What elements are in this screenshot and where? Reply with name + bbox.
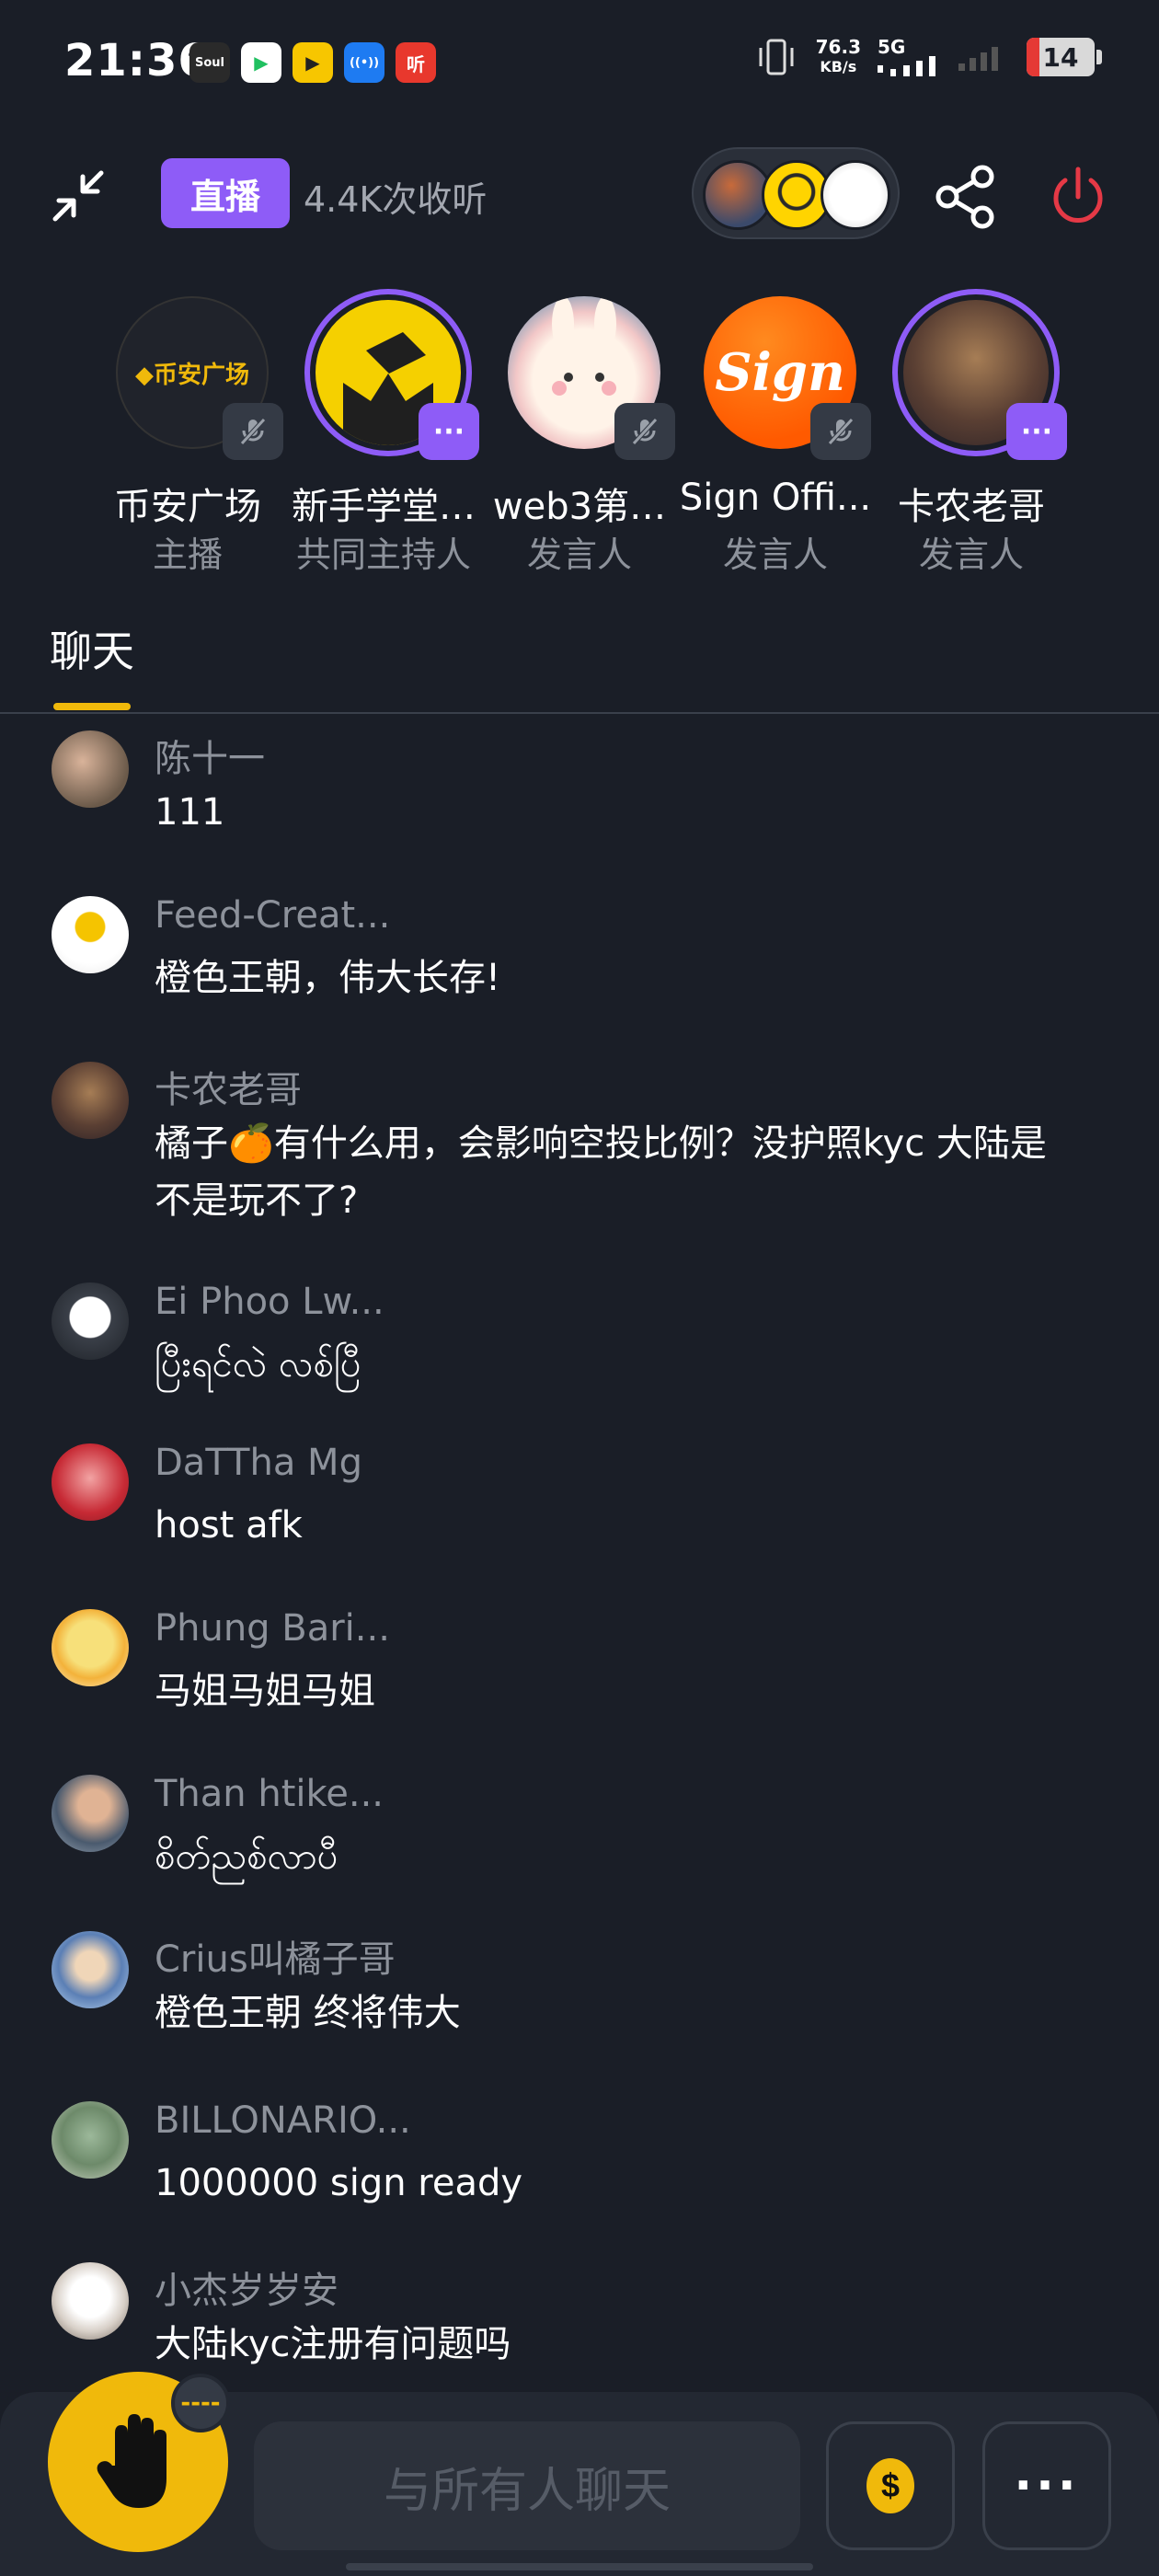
soul-app-icon: Soul — [189, 42, 230, 83]
battery-level: 14 — [1042, 41, 1079, 73]
speaker-role: 发言人 — [918, 535, 1024, 575]
tip-button[interactable]: $ — [826, 2421, 955, 2550]
avatar[interactable] — [52, 1931, 129, 2008]
message-author[interactable]: Phung Bari... — [155, 1607, 390, 1650]
network-speed: 76.3 KB/s — [816, 37, 861, 77]
avatar[interactable] — [52, 1609, 129, 1686]
listen-app-icon: 听 — [396, 42, 436, 83]
speaker-name: Sign Offi... — [679, 477, 872, 519]
listener-avatar — [820, 160, 890, 230]
tab-bar: 聊天 — [0, 607, 1159, 714]
message-text: host afk — [155, 1504, 303, 1547]
speaker-card[interactable]: ··· 新手学堂… 共同主持人 — [282, 285, 485, 580]
active-tab-indicator — [53, 703, 131, 710]
vibrate-icon — [759, 39, 794, 75]
avatar[interactable] — [52, 1443, 129, 1521]
network-speed-value: 76.3 — [815, 36, 861, 58]
muted-mic-icon — [223, 403, 283, 460]
speaker-card[interactable]: web3第… 发言人 — [478, 285, 681, 580]
message-text: 1000000 sign ready — [155, 2162, 523, 2204]
message-text: 111 — [155, 791, 225, 834]
avatar[interactable] — [52, 1775, 129, 1852]
message-author[interactable]: BILLONARIO... — [155, 2099, 411, 2142]
raise-hand-icon — [97, 2414, 166, 2508]
speaker-list: ◆币安广场 币安广场 主播 ··· 新手学堂… 共同主持人 web3第… 发言人… — [0, 285, 1159, 580]
signal-bars-icon — [878, 56, 935, 76]
message-author[interactable]: Than htike... — [155, 1773, 384, 1815]
radio-app-icon: ((•)) — [344, 42, 384, 83]
tab-chat[interactable]: 聊天 — [50, 618, 134, 679]
status-bar: 21:36 Soul ▶ ▶ ((•)) 听 76.3 KB/s 5G 14 — [0, 0, 1159, 129]
message-text: စိတ်ညစ်လာပီ — [155, 1835, 339, 1878]
message-author[interactable]: 卡农老哥 — [155, 1060, 302, 1113]
signal-5g: 5G — [878, 38, 942, 76]
speaker-card[interactable]: ··· 卡农老哥 发言人 — [870, 285, 1073, 580]
binance-logo: ◆币安广场 — [135, 361, 249, 389]
speaker-card[interactable]: Sign Sign Offi... 发言人 — [674, 285, 877, 580]
message-text: 橙色王朝，伟大长存! — [155, 957, 501, 999]
more-options-icon: ··· — [419, 403, 479, 460]
speaker-role: 主播 — [152, 535, 223, 575]
speaker-name: 卡农老哥 — [898, 486, 1045, 528]
yellow-app-icon: ▶ — [293, 42, 333, 83]
svg-text:$: $ — [881, 2467, 900, 2504]
speaker-name: 币安广场 — [114, 486, 261, 528]
more-options-button[interactable]: ··· — [982, 2421, 1111, 2550]
message-author[interactable]: 小杰岁岁安 — [155, 2260, 339, 2314]
listener-avatars[interactable] — [692, 147, 900, 239]
chat-message-list[interactable]: 陈十一 111 Feed-Creat... 橙色王朝，伟大长存! 卡农老哥 橘子… — [0, 718, 1159, 2374]
network-type: 5G — [878, 36, 906, 58]
muted-mic-icon — [810, 403, 871, 460]
message-author[interactable]: Feed-Creat... — [155, 894, 390, 937]
battery-indicator: 14 — [1027, 38, 1102, 76]
speaker-role: 共同主持人 — [295, 535, 471, 575]
notification-icons: Soul ▶ ▶ ((•)) 听 — [189, 42, 436, 83]
message-text: 橘子🍊有什么用，会影响空投比例？没护照kyc 大陆是不是玩不了? — [155, 1122, 1047, 1222]
message-text: 橙色王朝 终将伟大 — [155, 1992, 461, 2034]
speaker-role: 发言人 — [722, 535, 828, 575]
speaker-name: 新手学堂… — [292, 486, 476, 528]
sign-logo: Sign — [715, 342, 845, 403]
message-text: ပြီးရင်လဲ လစ်ပြီ — [155, 1343, 361, 1386]
speaker-role: 发言人 — [526, 535, 632, 575]
speaker-card[interactable]: ◆币安广场 币安广场 主播 — [86, 285, 289, 580]
listen-count: 4.4K次收听 — [304, 179, 488, 220]
message-author[interactable]: Crius叫橘子哥 — [155, 1929, 396, 1983]
minimize-icon[interactable] — [46, 164, 110, 228]
avatar[interactable] — [52, 2101, 129, 2179]
room-header: 直播 4.4K次收听 — [0, 147, 1159, 239]
live-audio-room-screen: 21:36 Soul ▶ ▶ ((•)) 听 76.3 KB/s 5G 14 直… — [0, 0, 1159, 2576]
power-icon[interactable] — [1041, 160, 1115, 234]
home-indicator — [346, 2563, 813, 2570]
avatar[interactable] — [52, 1282, 129, 1360]
message-author[interactable]: Ei Phoo Lw... — [155, 1281, 384, 1323]
avatar[interactable] — [52, 2262, 129, 2340]
dollar-coin-icon: $ — [866, 2458, 914, 2513]
avatar[interactable] — [52, 1062, 129, 1139]
status-indicators: 76.3 KB/s 5G 14 — [753, 37, 1102, 77]
message-author[interactable]: 陈十一 — [155, 729, 265, 782]
speaker-name: web3第… — [492, 486, 667, 528]
message-author[interactable]: DaTTha Mg — [155, 1442, 362, 1484]
video-app-icon: ▶ — [241, 42, 281, 83]
bottom-action-bar: ---- 与所有人聊天 $ ··· — [0, 2372, 1159, 2576]
raise-hand-count: ---- — [171, 2374, 230, 2432]
more-options-icon: ··· — [1006, 403, 1067, 460]
message-text: 马姐马姐马姐 — [155, 1670, 375, 1712]
avatar[interactable] — [52, 896, 129, 973]
message-text: 大陆kyc注册有问题吗 — [155, 2323, 511, 2365]
network-speed-unit: KB/s — [820, 58, 857, 75]
live-badge: 直播 — [161, 158, 290, 228]
avatar[interactable] — [52, 730, 129, 808]
signal-bars-weak-icon — [958, 47, 998, 71]
share-icon[interactable] — [929, 160, 1003, 234]
muted-mic-icon — [614, 403, 675, 460]
status-time: 21:36 — [64, 35, 210, 86]
chat-input[interactable]: 与所有人聊天 — [254, 2421, 800, 2550]
